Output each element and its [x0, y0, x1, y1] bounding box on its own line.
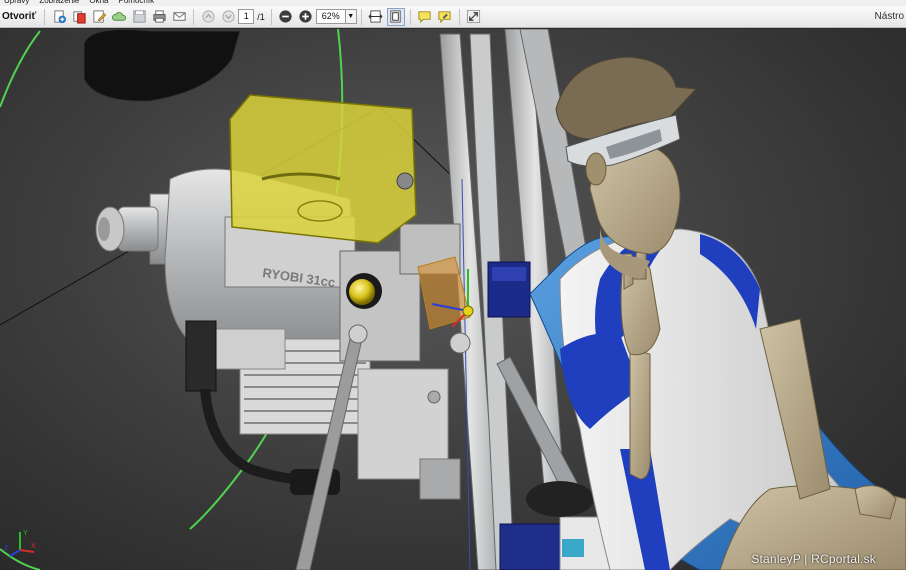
- chevron-down-icon: ▼: [347, 13, 355, 20]
- zoom-in-button[interactable]: [297, 8, 315, 26]
- plus-circle-icon: [299, 10, 312, 23]
- fit-page-button[interactable]: [386, 7, 405, 26]
- pilot-arm: [629, 348, 651, 480]
- pilot-other-hand: [854, 485, 897, 520]
- 3d-viewport[interactable]: RYOBI 31cc Y Z X StanleyP | RCportal.sk: [0, 29, 906, 570]
- combine-files-icon: [73, 11, 86, 24]
- battery-box: [499, 523, 563, 570]
- cloud-upload-button[interactable]: [110, 8, 128, 26]
- edit-document-icon: [93, 10, 106, 23]
- highlight-button[interactable]: [436, 8, 454, 26]
- toolbar-separator: [458, 8, 460, 25]
- combine-files-button[interactable]: [70, 8, 88, 26]
- expand-arrows-icon: [467, 9, 481, 24]
- svg-text:X: X: [31, 543, 36, 550]
- gizmo-center: [462, 305, 474, 317]
- toolbar: Otvoriť 1 /1 62% ▼ Nástro: [0, 6, 906, 28]
- rod-end: [348, 324, 368, 344]
- bolt: [427, 390, 441, 404]
- toolbar-separator: [270, 8, 272, 25]
- zoom-dropdown-button[interactable]: ▼: [345, 9, 357, 24]
- receiver-connector: [562, 539, 584, 557]
- edit-document-button[interactable]: [90, 8, 108, 26]
- expand-button[interactable]: [465, 8, 483, 26]
- black-cowl: [83, 29, 241, 102]
- servo-top: [492, 267, 526, 281]
- wheel: [526, 481, 594, 517]
- page-number-input[interactable]: 1: [238, 9, 255, 24]
- minus-circle-icon: [279, 10, 292, 23]
- green-arc: [0, 30, 41, 108]
- svg-text:Y: Y: [23, 530, 28, 537]
- printer-icon: [153, 10, 166, 23]
- watermark-text: StanleyP | RCportal.sk: [751, 552, 876, 566]
- pivot-bolt: [449, 332, 471, 354]
- next-page-button[interactable]: [219, 8, 237, 26]
- fit-page-icon: [390, 10, 401, 23]
- open-button[interactable]: Otvoriť: [0, 11, 40, 22]
- toolbar-separator: [193, 8, 195, 25]
- svg-text:Z: Z: [4, 545, 9, 552]
- speech-bubble-icon: [418, 11, 431, 24]
- toolbar-separator: [360, 8, 362, 25]
- zoom-out-button[interactable]: [277, 8, 295, 26]
- previous-page-button[interactable]: [199, 8, 217, 26]
- save-button[interactable]: [130, 8, 148, 26]
- zoom-level-input[interactable]: 62%: [315, 9, 346, 24]
- fit-width-button[interactable]: [367, 8, 385, 26]
- arrow-up-circle-icon: [202, 10, 215, 23]
- page-total-label: /1: [257, 11, 265, 22]
- cloud-upload-icon: [111, 12, 126, 21]
- 3d-model-scene[interactable]: RYOBI 31cc: [0, 29, 906, 570]
- create-pdf-icon: [54, 10, 66, 24]
- create-pdf-button[interactable]: [50, 8, 68, 26]
- engine-mount: [214, 328, 286, 370]
- email-button[interactable]: [170, 8, 188, 26]
- toolbar-separator: [44, 8, 46, 25]
- ignition-module: [185, 320, 217, 392]
- arrow-down-circle-icon: [222, 10, 235, 23]
- muffler-outlet: [419, 458, 461, 500]
- choke-knob: [349, 279, 375, 305]
- toolbar-separator: [409, 8, 411, 25]
- view-orientation-triad[interactable]: Y Z X: [4, 526, 38, 560]
- tools-pane-button[interactable]: Nástro: [875, 11, 904, 22]
- highlighter-icon: [438, 11, 451, 24]
- pilot-ear: [585, 152, 607, 186]
- fit-width-icon: [368, 10, 383, 23]
- print-button[interactable]: [150, 8, 168, 26]
- tank-fitting: [396, 172, 414, 190]
- envelope-icon: [173, 12, 186, 21]
- save-icon: [133, 10, 146, 23]
- comment-button[interactable]: [416, 8, 434, 26]
- engine-hub-face: [98, 217, 110, 241]
